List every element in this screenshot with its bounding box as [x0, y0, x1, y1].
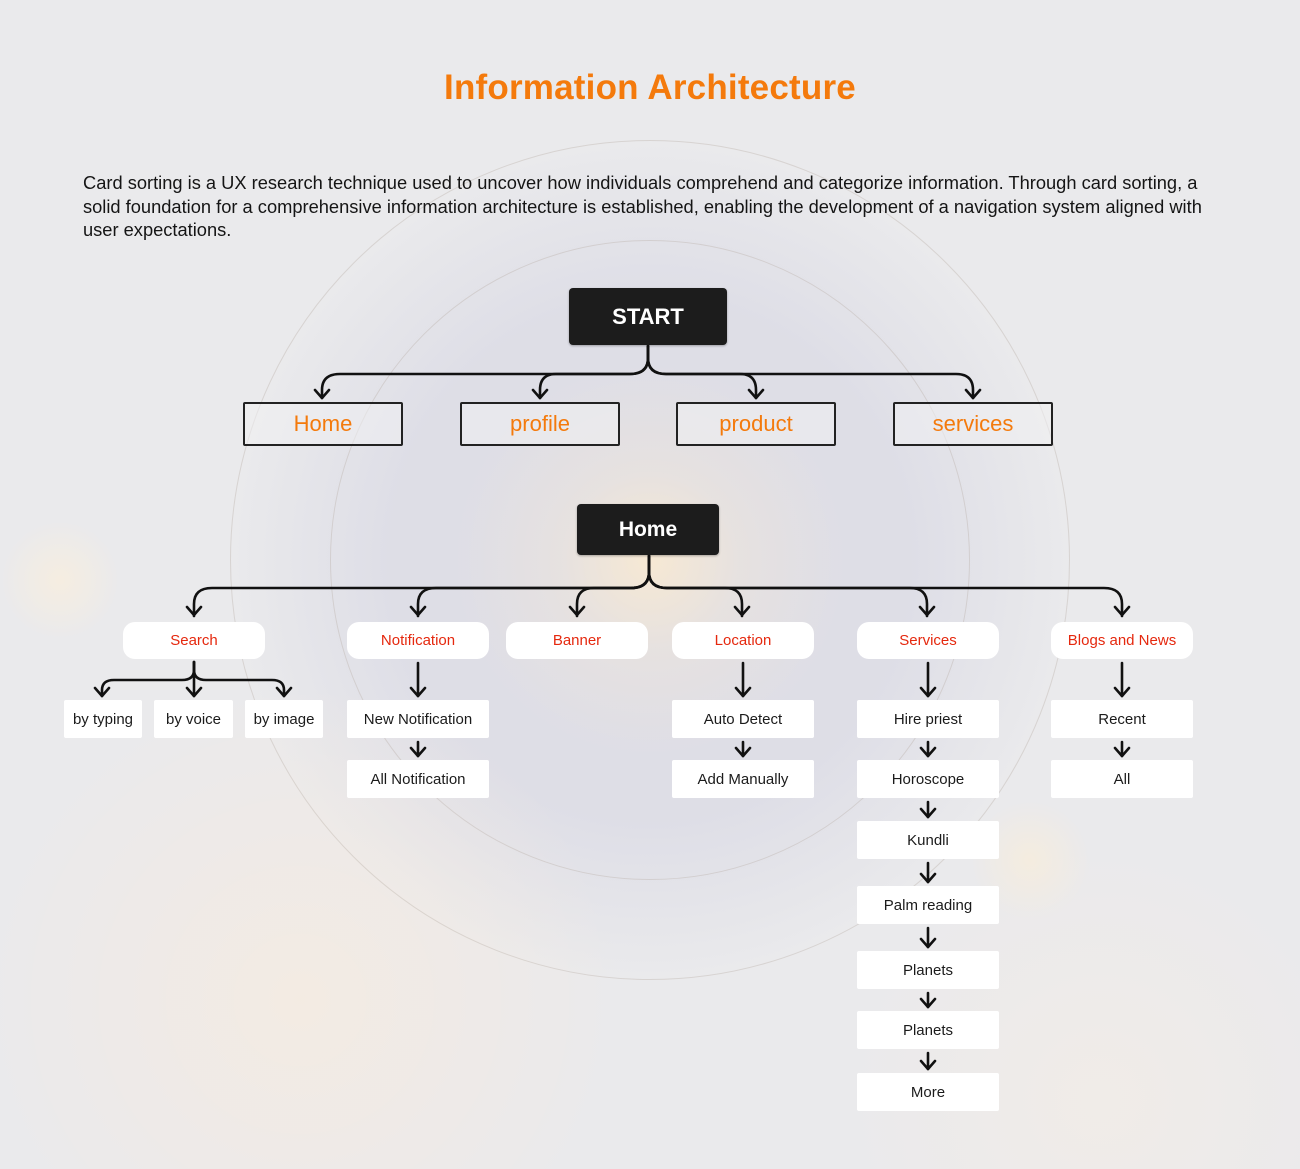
leaf-label: Palm reading: [883, 896, 973, 914]
leaf-auto-detect: Auto Detect: [672, 700, 814, 738]
category-label: Notification: [380, 632, 456, 649]
leaf-planets: Planets: [857, 1011, 999, 1049]
category-label: Services: [899, 632, 957, 649]
category-location: Location: [672, 622, 814, 659]
category-label: Location: [714, 632, 772, 649]
leaf-more: More: [857, 1073, 999, 1111]
category-label: Blogs and News: [1067, 632, 1177, 649]
leaf-label: More: [910, 1083, 946, 1101]
category-search: Search: [123, 622, 265, 659]
leaf-label: Recent: [1098, 710, 1146, 728]
top-level-node-home: Home: [243, 402, 403, 446]
leaf-label: Planets: [902, 1021, 954, 1039]
leaf-by-typing: by typing: [64, 700, 142, 738]
leaf-label: Auto Detect: [703, 710, 783, 728]
top-level-label: Home: [293, 411, 353, 436]
leaf-label: Add Manually: [697, 770, 789, 788]
home-root-node: Home: [577, 504, 719, 555]
category-label: Banner: [552, 632, 602, 649]
leaf-label: New Notification: [363, 710, 473, 728]
leaf-label: Kundli: [907, 831, 949, 849]
home-root-label: Home: [618, 517, 678, 541]
category-services: Services: [857, 622, 999, 659]
top-level-label: services: [932, 411, 1014, 436]
leaf-all-notification: All Notification: [347, 760, 489, 798]
category-notification: Notification: [347, 622, 489, 659]
leaf-palm-reading: Palm reading: [857, 886, 999, 924]
leaf-label: All: [1113, 770, 1131, 788]
category-banner: Banner: [506, 622, 648, 659]
leaf-horoscope: Horoscope: [857, 760, 999, 798]
leaf-label: by image: [253, 710, 315, 728]
leaf-label: Planets: [902, 961, 954, 979]
leaf-new-notification: New Notification: [347, 700, 489, 738]
leaf-label: Hire priest: [893, 710, 963, 728]
leaf-kundli: Kundli: [857, 821, 999, 859]
top-level-node-services: services: [893, 402, 1053, 446]
leaf-by-image: by image: [245, 700, 323, 738]
leaf-by-voice: by voice: [154, 700, 233, 738]
leaf-label: by voice: [165, 710, 222, 728]
leaf-label: All Notification: [370, 770, 466, 788]
top-level-node-profile: profile: [460, 402, 620, 446]
leaf-all: All: [1051, 760, 1193, 798]
leaf-label: Horoscope: [891, 770, 965, 788]
top-level-label: product: [719, 411, 793, 436]
leaf-label: by typing: [72, 710, 134, 728]
start-node-label: START: [612, 303, 684, 329]
page-title: Information Architecture: [444, 68, 856, 107]
leaf-hire-priest: Hire priest: [857, 700, 999, 738]
leaf-planets: Planets: [857, 951, 999, 989]
category-blogs-and-news: Blogs and News: [1051, 622, 1193, 659]
start-node: START: [569, 288, 727, 345]
leaf-recent: Recent: [1051, 700, 1193, 738]
intro-paragraph: Card sorting is a UX research technique …: [83, 172, 1202, 240]
leaf-add-manually: Add Manually: [672, 760, 814, 798]
top-level-label: profile: [510, 411, 570, 436]
category-label: Search: [170, 632, 218, 649]
top-level-node-product: product: [676, 402, 836, 446]
